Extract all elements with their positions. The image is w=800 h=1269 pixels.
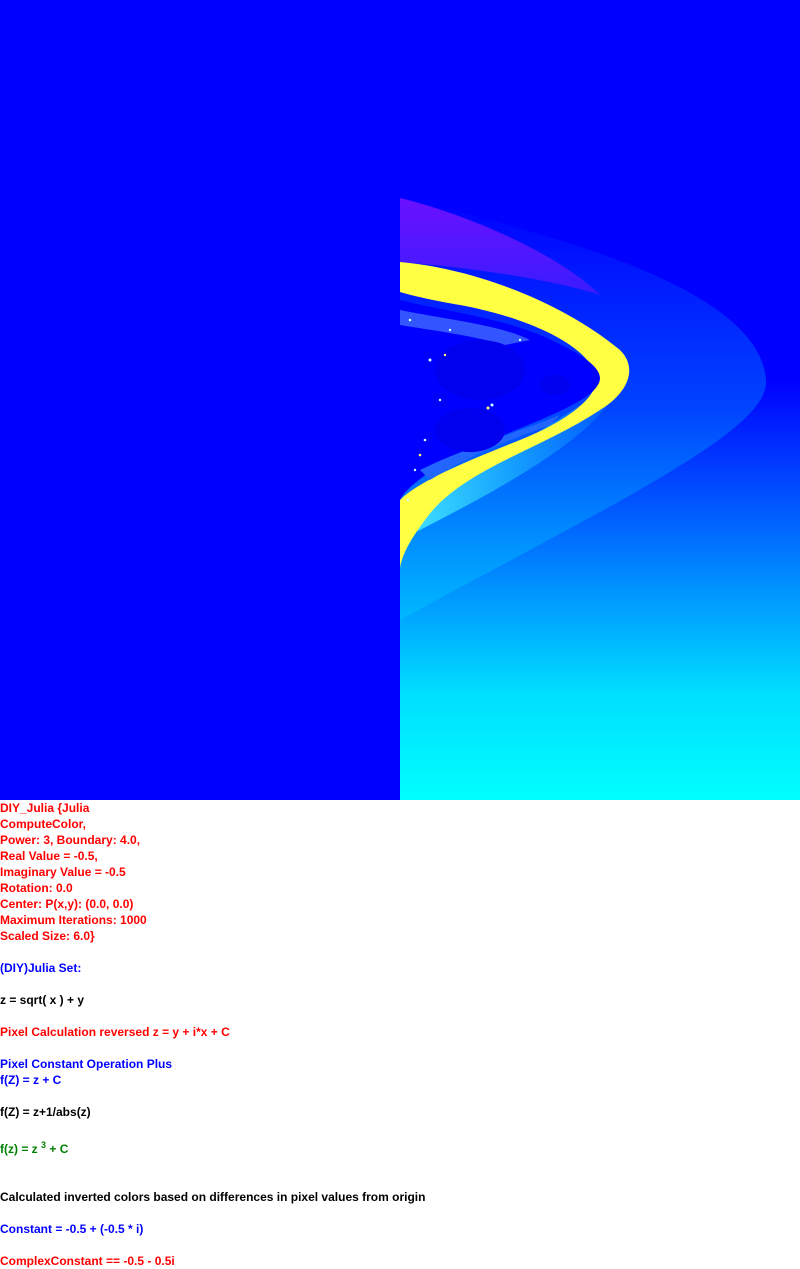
z-formula: z = sqrt( x ) + y: [0, 993, 85, 1007]
info-line-max-iterations: Maximum Iterations: 1000: [0, 913, 147, 927]
function-z-abs: f(Z) = z+1/abs(z): [0, 1105, 91, 1119]
function-z-cubed: f(z) = z 3 + C: [0, 1141, 68, 1157]
info-line-title: DIY_Julia {Julia: [0, 801, 90, 815]
info-line-rotation: Rotation: 0.0: [0, 881, 73, 895]
julia-blob-3: [540, 375, 570, 395]
info-line-real-value: Real Value = -0.5,: [0, 849, 98, 863]
complex-constant-line: ComplexConstant == -0.5 - 0.5i: [0, 1254, 175, 1268]
info-line-compute-color: ComputeColor,: [0, 817, 86, 831]
constant-line: Constant = -0.5 + (-0.5 * i): [0, 1222, 144, 1236]
julia-set-heading: (DIY)Julia Set:: [0, 961, 82, 975]
info-line-power-boundary: Power: 3, Boundary: 4.0,: [0, 833, 141, 847]
fractal-info-panel: DIY_Julia {Julia ComputeColor, Power: 3,…: [0, 800, 800, 1269]
pixel-calculation: Pixel Calculation reversed z = y + i*x +…: [0, 1025, 230, 1039]
julia-fractal-image: [0, 0, 800, 800]
julia-blob-2: [435, 408, 505, 452]
info-line-scaled-size: Scaled Size: 6.0}: [0, 929, 95, 943]
function-z-cubed-suffix: + C: [46, 1142, 69, 1156]
inverted-colors-note: Calculated inverted colors based on diff…: [0, 1190, 426, 1204]
info-line-imaginary-value: Imaginary Value = -0.5: [0, 865, 126, 879]
info-line-center: Center: P(x,y): (0.0, 0.0): [0, 897, 134, 911]
pixel-constant-operation: Pixel Constant Operation Plus: [0, 1057, 173, 1071]
julia-blob-1: [435, 340, 525, 400]
function-z-plus-c: f(Z) = z + C: [0, 1073, 62, 1087]
function-z-cubed-prefix: f(z) = z: [0, 1142, 41, 1156]
